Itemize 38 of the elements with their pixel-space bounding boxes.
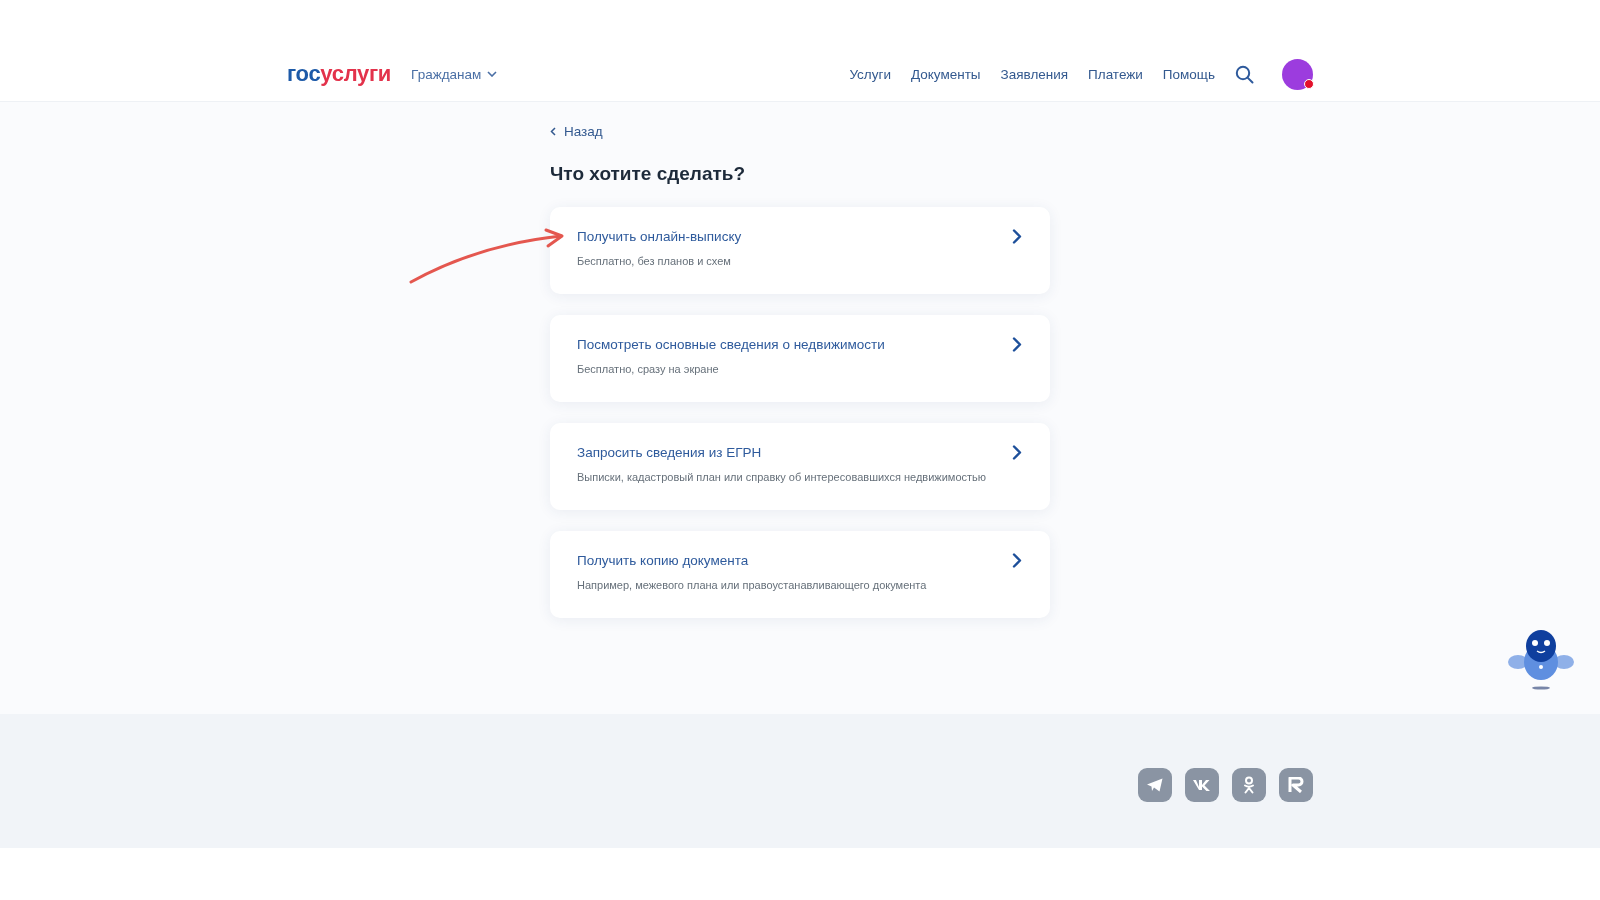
user-avatar[interactable] [1282, 58, 1313, 90]
chevron-right-icon [1012, 229, 1022, 244]
social-link[interactable] [1232, 768, 1266, 802]
option-card[interactable]: Посмотреть основные сведения о недвижимости Бесплатно, сразу на экране [550, 315, 1050, 402]
nav-link[interactable]: Заявления [1000, 66, 1069, 82]
chevron-right-icon [1012, 337, 1022, 352]
nav-link[interactable]: Платежи [1088, 66, 1143, 82]
social-link[interactable] [1185, 768, 1219, 802]
back-link[interactable]: Назад [550, 124, 603, 139]
social-link[interactable] [1279, 768, 1313, 802]
chevron-down-icon [487, 71, 498, 77]
social-link[interactable] [1138, 768, 1172, 802]
rutube-logo-icon [1288, 777, 1304, 793]
odnoklassniki-logo-icon [1243, 776, 1255, 794]
option-card[interactable]: Получить онлайн-выписку Бесплатно, без планов и схем [550, 207, 1050, 294]
search-button[interactable] [1235, 64, 1254, 84]
nav-link[interactable]: Документы [910, 66, 981, 82]
option-title: Получить копию документа [577, 553, 750, 568]
page-title: Что хотите сделать? [550, 163, 747, 185]
vk-logo-icon [1192, 779, 1212, 791]
paper-plane-icon [1146, 777, 1164, 793]
search-icon [1235, 64, 1254, 84]
nav-link[interactable]: Помощь [1162, 66, 1215, 82]
option-subtitle: Выписки, кадастровый план или справку об интересовавшихся недвижимостью [577, 471, 988, 483]
site-logo[interactable]: госуслуги [287, 61, 392, 87]
option-subtitle: Например, межевого плана или правоустанавливающего документа [577, 579, 928, 591]
option-card[interactable]: Получить копию документа Например, межевого плана или правоустанавливающего документа [550, 531, 1050, 618]
option-title: Посмотреть основные сведения о недвижимости [577, 337, 886, 352]
option-subtitle: Бесплатно, без планов и схем [577, 255, 732, 267]
chevron-right-icon [1012, 553, 1022, 568]
chevron-left-icon [550, 127, 556, 136]
nav-link[interactable]: Услуги [849, 66, 891, 82]
audience-dropdown[interactable]: Гражданам [411, 66, 498, 82]
option-title: Получить онлайн-выписку [577, 229, 743, 244]
option-card[interactable]: Запросить сведения из ЕГРН Выписки, кадастровый план или справку об интересовавшихся недвижимостью [550, 423, 1050, 510]
option-subtitle: Бесплатно, сразу на экране [577, 363, 720, 375]
chevron-right-icon [1012, 445, 1022, 460]
option-title: Запросить сведения из ЕГРН [577, 445, 763, 460]
